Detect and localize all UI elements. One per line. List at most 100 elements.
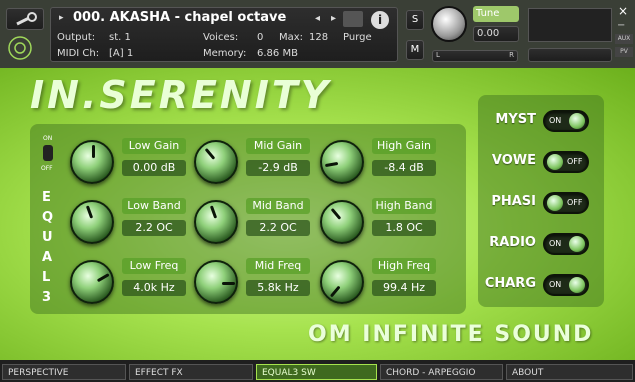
max-voices-value[interactable]: 128 <box>309 32 328 44</box>
logo-lotus-icon <box>8 36 32 60</box>
tab-effect-fx[interactable]: EFFECT FX <box>129 364 253 380</box>
info-icon[interactable]: i <box>371 11 389 29</box>
fx-label-phasi: PHASI <box>491 194 536 209</box>
mid-freq-label: Mid Freq <box>246 258 310 274</box>
collapse-arrow-icon[interactable]: ▸ <box>59 13 64 23</box>
low-gain-label: Low Gain <box>122 138 186 154</box>
mid-band-label: Mid Band <box>246 198 310 214</box>
mid-gain-label: Mid Gain <box>246 138 310 154</box>
fx-toggle-vowe[interactable]: OFF <box>543 151 589 173</box>
solo-button[interactable]: S <box>406 10 424 30</box>
company-footer: OM INFINITE SOUND <box>308 322 594 347</box>
high-gain-label: High Gain <box>372 138 436 154</box>
memory-label: Memory: <box>203 48 247 59</box>
midi-channel-value[interactable]: [A] 1 <box>109 48 133 60</box>
eq-title-letter: U <box>42 230 53 245</box>
high-band-value[interactable]: 1.8 OC <box>372 220 436 236</box>
tab-equal3-sw[interactable]: EQUAL3 SW <box>256 364 377 380</box>
eq-title-letter: 3 <box>42 290 52 305</box>
tab-chord-arpeggio[interactable]: CHORD - ARPEGGIO <box>380 364 503 380</box>
close-icon[interactable]: × <box>618 4 628 18</box>
tab-perspective[interactable]: PERSPECTIVE <box>2 364 126 380</box>
toggle-knob-icon <box>547 154 563 170</box>
eq-power-switch[interactable]: ON OFF <box>40 135 56 172</box>
voices-label: Voices: <box>203 32 239 43</box>
wrench-icon <box>16 12 37 26</box>
mid-freq-value[interactable]: 5.8k Hz <box>246 280 310 296</box>
fx-label-radio: RADIO <box>489 235 536 250</box>
snapshot-camera-icon[interactable] <box>343 11 363 27</box>
fx-toggle-charg[interactable]: ON <box>543 274 589 296</box>
aux-button[interactable]: AUX <box>615 34 633 44</box>
output-value[interactable]: st. 1 <box>109 32 131 44</box>
mid-gain-value[interactable]: -2.9 dB <box>246 160 310 176</box>
high-band-knob[interactable] <box>320 200 364 244</box>
low-freq-knob[interactable] <box>70 260 114 304</box>
output-label: Output: <box>57 32 96 43</box>
high-freq-knob[interactable] <box>320 260 364 304</box>
mid-band-knob[interactable] <box>194 200 238 244</box>
tune-knob[interactable] <box>431 6 467 42</box>
low-gain-value[interactable]: 0.00 dB <box>122 160 186 176</box>
instrument-info-panel: ▸ 000. AKASHA - chapel octave myst ( ◂ ▸… <box>50 7 398 62</box>
fx-toggle-radio[interactable]: ON <box>543 233 589 255</box>
low-band-value[interactable]: 2.2 OC <box>122 220 186 236</box>
tune-label: Tune <box>473 6 519 22</box>
pan-slider[interactable]: L R <box>432 50 518 62</box>
next-instrument-icon[interactable]: ▸ <box>331 13 336 25</box>
fx-toggle-phasi[interactable]: OFF <box>543 192 589 214</box>
instrument-name[interactable]: 000. AKASHA - chapel octave myst ( <box>73 10 287 25</box>
power-on-label: ON <box>43 135 53 142</box>
product-logo: IN.SERENITY <box>30 73 332 117</box>
low-freq-label: Low Freq <box>122 258 186 274</box>
fx-label-vowe: VOWE <box>491 153 536 168</box>
fx-label-charg: CHARG <box>484 276 536 291</box>
pan-right-label: R <box>509 51 514 59</box>
pan-left-label: L <box>436 51 440 59</box>
toggle-state-label: ON <box>549 280 562 289</box>
toggle-knob-icon <box>547 195 563 211</box>
instrument-header: ▸ 000. AKASHA - chapel octave myst ( ◂ ▸… <box>0 0 635 68</box>
pv-button[interactable]: PV <box>615 47 633 57</box>
instrument-main-panel: IN.SERENITY ON OFF EQUAL 3 Low Gain 0.00 d… <box>0 68 635 360</box>
low-freq-value[interactable]: 4.0k Hz <box>122 280 186 296</box>
power-off-label: OFF <box>41 165 53 172</box>
toggle-knob-icon <box>569 277 585 293</box>
prev-instrument-icon[interactable]: ◂ <box>315 13 320 25</box>
low-gain-knob[interactable] <box>70 140 114 184</box>
eq-title-letter: A <box>42 250 53 265</box>
toggle-state-label: OFF <box>567 157 583 166</box>
max-label: Max: <box>279 32 304 43</box>
toggle-state-label: ON <box>549 116 562 125</box>
minimize-icon[interactable]: − <box>617 20 625 31</box>
low-band-knob[interactable] <box>70 200 114 244</box>
high-freq-label: High Freq <box>372 258 436 274</box>
high-gain-knob[interactable] <box>320 140 364 184</box>
high-band-label: High Band <box>372 198 436 214</box>
purge-menu[interactable]: Purge <box>343 32 372 44</box>
midi-channel-label: MIDI Ch: <box>57 48 100 59</box>
power-toggle-icon <box>43 145 53 161</box>
tab-about[interactable]: ABOUT <box>506 364 633 380</box>
wrench-button[interactable] <box>6 8 44 30</box>
memory-value: 6.86 MB <box>257 48 298 59</box>
high-freq-value[interactable]: 99.4 Hz <box>372 280 436 296</box>
eq-title-letter: E <box>42 190 51 205</box>
tune-value[interactable]: 0.00 <box>473 26 519 42</box>
eq-title-letter: L <box>42 270 51 285</box>
eq-title-letter: Q <box>42 210 54 225</box>
low-band-label: Low Band <box>122 198 186 214</box>
fx-toggle-myst[interactable]: ON <box>543 110 589 132</box>
toggle-knob-icon <box>569 113 585 129</box>
voices-value: 0 <box>257 32 264 43</box>
high-gain-value[interactable]: -8.4 dB <box>372 160 436 176</box>
mid-band-value[interactable]: 2.2 OC <box>246 220 310 236</box>
toggle-knob-icon <box>569 236 585 252</box>
mid-gain-knob[interactable] <box>194 140 238 184</box>
toggle-state-label: ON <box>549 239 562 248</box>
volume-slider[interactable] <box>528 48 612 62</box>
mid-freq-knob[interactable] <box>194 260 238 304</box>
fx-label-myst: MYST <box>495 112 536 127</box>
mute-button[interactable]: M <box>406 40 424 60</box>
level-meter <box>528 8 612 42</box>
